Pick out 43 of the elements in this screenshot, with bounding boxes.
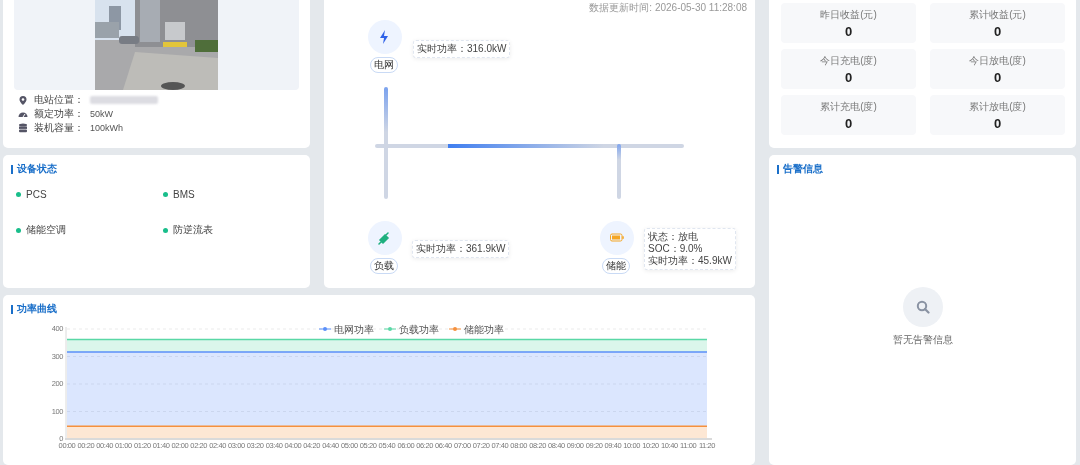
update-time: 数据更新时间: 2026-05-30 11:28:08: [589, 1, 747, 15]
node-label: 电网: [370, 57, 398, 73]
info-tag: 状态：放电 SOC：9.0% 实时功率：45.9kW: [644, 228, 736, 270]
section-title: 功率曲线: [17, 302, 57, 316]
device-name: BMS: [173, 188, 195, 200]
empty-message: 暂无告警信息: [892, 332, 953, 347]
stat-value: 0: [844, 115, 853, 131]
battery-icon: [610, 231, 624, 245]
stat-label: 累计充电(度): [820, 99, 877, 114]
legend-label: 负载功率: [399, 323, 439, 335]
info-label: 额定功率：: [34, 107, 85, 121]
node-label: 储能: [602, 258, 630, 274]
info-tag: 实时功率：316.0kW: [413, 40, 511, 58]
legend-label: 储能功率: [464, 323, 504, 335]
stat-value: 0: [844, 69, 853, 85]
location-pin-icon: [18, 95, 28, 105]
stat-value: 0: [844, 23, 853, 39]
legend-item[interactable]: 电网功率: [318, 323, 374, 335]
device-name: 防逆流表: [173, 223, 213, 237]
info-value: 100kWh: [90, 123, 124, 133]
info-value: 50kW: [90, 109, 113, 119]
info-label: 电站位置：: [34, 93, 85, 107]
search-icon: [915, 299, 930, 314]
stat-label: 今日放电(度): [969, 53, 1026, 68]
stat-value: 0: [993, 115, 1002, 131]
stat-label: 昨日收益(元): [820, 7, 877, 22]
stat-label: 累计放电(度): [969, 99, 1026, 114]
plug-icon: [378, 231, 392, 245]
stat-label: 今日充电(度): [820, 53, 877, 68]
section-title: 设备状态: [17, 162, 57, 176]
device-name: 储能空调: [26, 223, 66, 237]
info-tag: 实时功率：361.9kW: [412, 240, 510, 258]
legend-label: 电网功率: [334, 323, 374, 335]
device-name: PCS: [26, 188, 47, 200]
info-label: 装机容量：: [34, 121, 85, 135]
stat-value: 0: [993, 23, 1002, 39]
node-label: 负载: [370, 258, 398, 274]
legend-item[interactable]: 储能功率: [448, 323, 504, 335]
stat-value: 0: [993, 69, 1002, 85]
legend-item[interactable]: 负载功率: [383, 323, 439, 335]
database-icon: [18, 123, 28, 133]
section-title: 告警信息: [783, 162, 823, 176]
stat-label: 累计收益(元): [969, 7, 1026, 22]
